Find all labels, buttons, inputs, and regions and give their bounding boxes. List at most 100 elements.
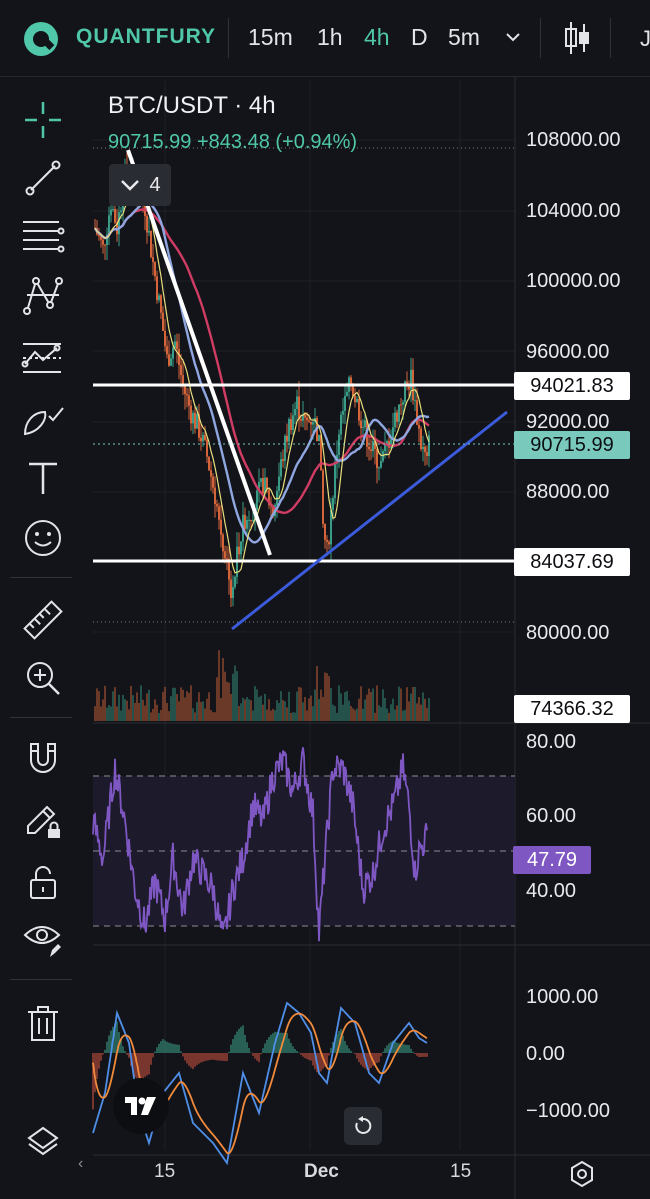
candle-body	[394, 412, 396, 428]
volume-bar	[402, 710, 404, 721]
volume-bar	[268, 699, 270, 721]
volume-bar	[358, 698, 360, 721]
volume-bar	[180, 687, 182, 721]
price-change-quote: 90715.99 +843.48 (+0.94%)	[108, 131, 358, 153]
candle-body	[414, 400, 416, 402]
candle-body	[262, 478, 264, 494]
candle-body	[172, 347, 174, 359]
candle-body	[192, 412, 194, 424]
candle-body	[380, 461, 382, 468]
volume-bar	[282, 700, 284, 721]
volume-bar	[394, 709, 396, 721]
volume-bar	[396, 705, 398, 721]
chart-settings-button[interactable]	[568, 1160, 596, 1193]
tradingview-logo[interactable]	[113, 1078, 169, 1134]
candle-body	[424, 446, 426, 453]
volume-bar	[148, 689, 150, 721]
candle-body	[104, 244, 106, 246]
volume-bar	[102, 699, 104, 721]
candle-body	[338, 434, 340, 456]
volume-bar	[172, 687, 174, 721]
volume-bar	[128, 709, 130, 721]
volume-bar	[376, 685, 378, 721]
candle-body	[406, 381, 408, 384]
price-chart[interactable]	[0, 0, 650, 1199]
volume-bar	[428, 697, 430, 721]
candle-body	[266, 477, 268, 490]
volume-bar	[304, 696, 306, 721]
candle-body	[180, 365, 182, 376]
candle-body	[312, 422, 314, 425]
candle-body	[178, 349, 180, 366]
volume-bar	[284, 701, 286, 721]
candle-body	[232, 587, 234, 598]
volume-bar	[294, 712, 296, 721]
price-axis-label: 104000.00	[526, 200, 621, 222]
volume-bar	[242, 697, 244, 721]
price-axis-label: 80000.00	[526, 622, 610, 644]
volume-bar	[222, 657, 224, 721]
volume-bar	[360, 686, 362, 721]
reset-chart-button[interactable]	[344, 1107, 382, 1145]
macd-axis-label: 0.00	[526, 1043, 565, 1065]
gear-icon	[571, 1160, 593, 1188]
volume-bar	[340, 693, 342, 721]
candle-body	[188, 395, 190, 406]
candle-body	[354, 395, 356, 403]
candle-body	[212, 476, 214, 488]
volume-bar	[216, 677, 218, 721]
candle-body	[402, 402, 404, 405]
candle-body	[250, 519, 252, 521]
volume-bar	[316, 666, 318, 721]
volume-bar	[150, 712, 152, 721]
indicators-toggle[interactable]: 4	[109, 164, 171, 206]
volume-bar	[200, 701, 202, 721]
candle-body	[164, 330, 166, 347]
candle-body	[114, 209, 116, 223]
volume-bar	[188, 692, 190, 721]
volume-bar	[248, 699, 250, 721]
volume-bar	[228, 682, 230, 721]
volume-bar	[342, 704, 344, 721]
candle-body	[256, 490, 258, 511]
candle-body	[328, 541, 330, 545]
volume-bar	[344, 692, 346, 721]
candle-body	[322, 470, 324, 524]
price-axis-label: 100000.00	[526, 270, 621, 292]
candle-body	[372, 441, 374, 452]
candle-body	[158, 295, 160, 301]
candle-body	[156, 276, 158, 301]
volume-bar	[212, 712, 214, 721]
tradingview-logo-icon	[125, 1097, 156, 1115]
volume-bar	[404, 709, 406, 721]
volume-bar	[104, 685, 106, 721]
candle-body	[284, 435, 286, 461]
volume-bar	[310, 695, 312, 721]
candle-body	[194, 412, 196, 429]
volume-bar	[372, 688, 374, 721]
volume-bar	[274, 710, 276, 721]
time-axis-label: Dec	[304, 1161, 339, 1182]
candle-body	[230, 579, 232, 598]
volume-bar	[96, 688, 98, 721]
candle-body	[170, 358, 172, 366]
volume-bar	[322, 696, 324, 721]
candle-body	[150, 230, 152, 258]
candle-body	[182, 375, 184, 385]
volume-bar	[264, 693, 266, 721]
candle-body	[288, 419, 290, 442]
candle-body	[214, 487, 216, 505]
rsi-axis-label: 60.00	[526, 805, 577, 827]
volume-bar	[146, 693, 148, 721]
volume-bar	[158, 712, 160, 721]
volume-bar	[348, 700, 350, 721]
candle-body	[418, 424, 420, 429]
candle-body	[318, 434, 320, 442]
candle-body	[356, 398, 358, 403]
volume-bar	[166, 702, 168, 721]
price-axis-label: 96000.00	[526, 341, 610, 363]
volume-bar	[204, 708, 206, 721]
volume-bar	[350, 705, 352, 721]
volume-bar	[156, 704, 158, 721]
volume-bar	[152, 708, 154, 721]
